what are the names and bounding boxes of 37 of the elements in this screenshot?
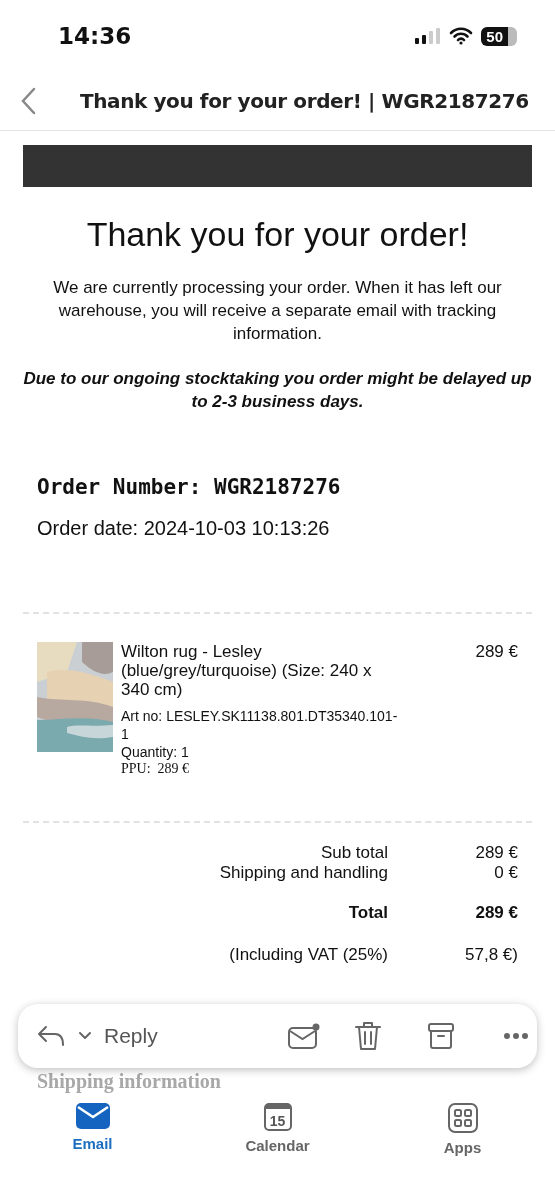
trash-icon[interactable] — [353, 1021, 382, 1051]
total-label: Shipping and handling — [218, 863, 388, 883]
reply-icon[interactable] — [36, 1024, 66, 1048]
nav-tab[interactable]: 15 Calendar — [217, 1102, 338, 1172]
nav-tab[interactable]: Email — [32, 1102, 153, 1172]
total-value: 289 € — [474, 843, 518, 863]
order-number: Order Number: WGR2187276 — [37, 475, 342, 499]
email-subject: Thank you for your order! | WGR2187276 — [80, 89, 529, 113]
apps-icon — [447, 1103, 478, 1133]
reply-button[interactable]: Reply — [104, 1024, 158, 1048]
battery-icon: 50 — [481, 26, 517, 46]
total-label: (Including VAT (25%) — [228, 945, 388, 965]
back-icon[interactable] — [20, 87, 36, 115]
total-value: 289 € — [474, 903, 518, 923]
calendar-icon: 15 — [263, 1103, 292, 1131]
product-name: Wilton rug - Lesley (blue/grey/turquoise) (Size: 240 x 340 cm) — [121, 642, 373, 699]
mail-unread-icon[interactable] — [287, 1023, 320, 1049]
quantity-text: Quantity: 1 — [121, 743, 190, 761]
status-time: 14:36 — [58, 23, 132, 49]
total-label: Sub total — [319, 843, 388, 863]
item-price: 289 € — [475, 642, 518, 663]
article-number: Art no: LESLEY.SK11138.801.DT35340.101-1 — [121, 707, 399, 743]
section-heading: Shipping information — [37, 1071, 222, 1091]
signal-icon — [415, 28, 442, 44]
total-label: Total — [347, 903, 388, 923]
archive-icon[interactable] — [427, 1022, 454, 1050]
nav-tab[interactable]: Apps — [402, 1102, 523, 1172]
unit-price: PPU: 289 € — [121, 761, 191, 777]
chevron-down-icon[interactable] — [78, 1031, 92, 1041]
total-value: 57,8 €) — [464, 945, 518, 965]
email-heading: Thank you for your order! — [85, 215, 470, 254]
order-date: Order date: 2024-10-03 10:13:26 — [37, 517, 331, 540]
total-value: 0 € — [493, 863, 518, 883]
delay-notice: Due to our ongoing stocktaking you order might be delayed up to 2-3 business days. — [23, 368, 532, 413]
more-icon[interactable] — [503, 1033, 528, 1039]
wifi-icon — [449, 27, 474, 45]
intro-text: We are currently processing your order. When it has left our warehouse, you will receive a separate email with tracking information. — [52, 277, 503, 345]
